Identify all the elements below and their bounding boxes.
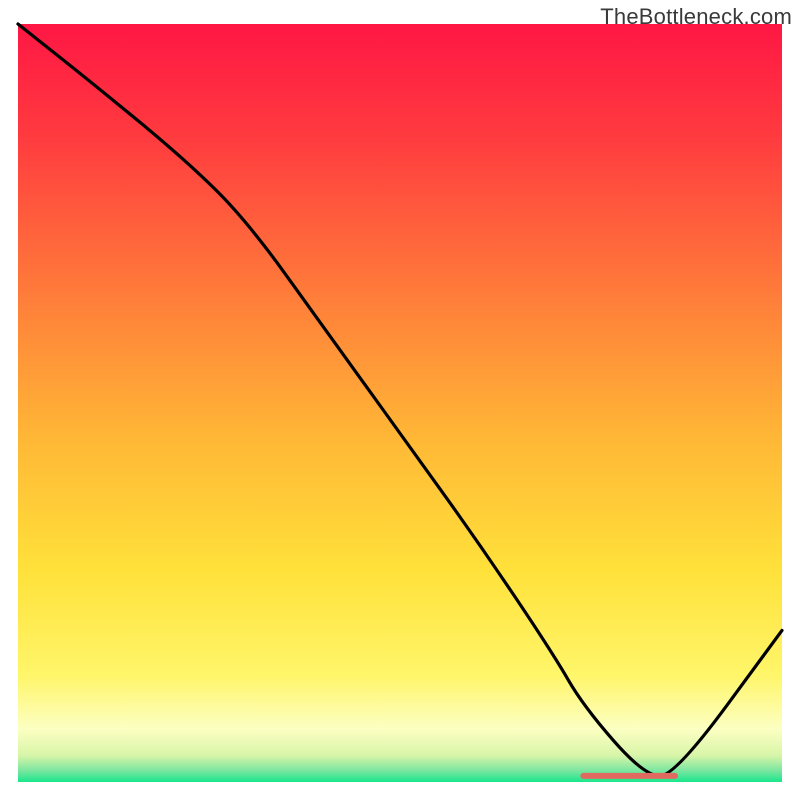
bottleneck-chart: TheBottleneck.com	[0, 0, 800, 800]
watermark-text: TheBottleneck.com	[600, 4, 792, 30]
chart-svg	[0, 0, 800, 800]
plot-background	[18, 24, 782, 782]
